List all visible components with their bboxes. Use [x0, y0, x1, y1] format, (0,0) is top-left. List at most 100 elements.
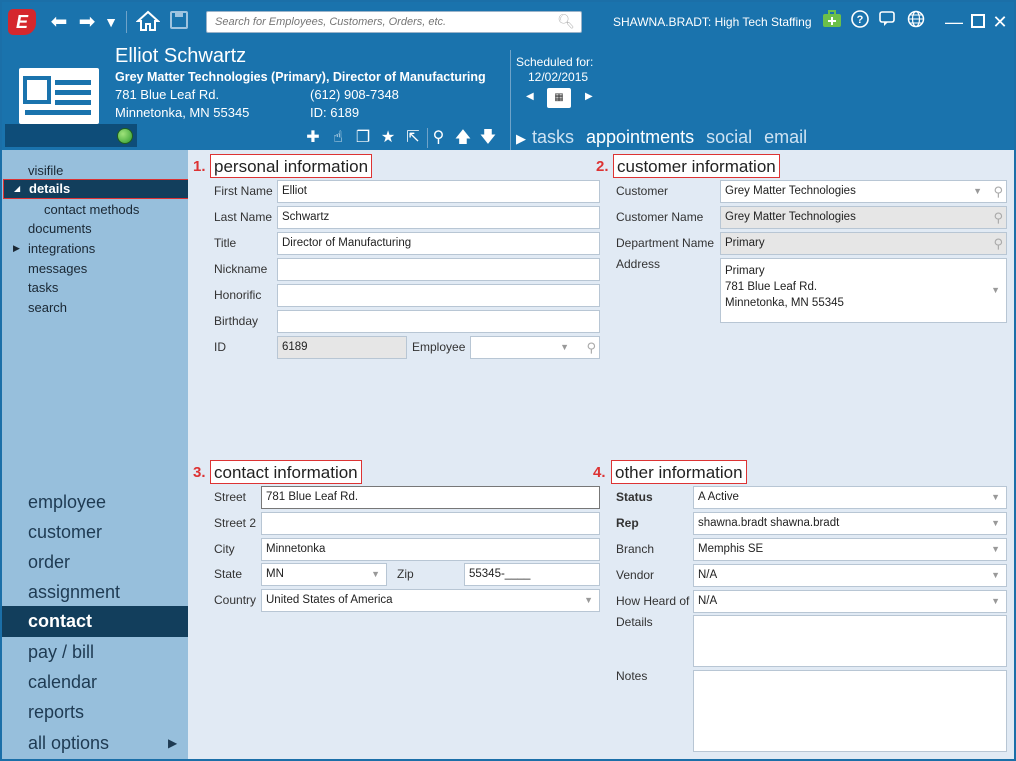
chevron-down-icon[interactable]: ▼ [991, 513, 1000, 534]
honorific-field[interactable] [277, 284, 600, 307]
chevron-down-icon[interactable]: ▼ [973, 181, 982, 202]
nav-calendar[interactable]: calendar [2, 667, 203, 697]
collapsed-caret-icon[interactable]: ▶ [13, 243, 20, 254]
lookup-icon[interactable]: ⚲ [586, 337, 596, 358]
star-icon[interactable]: ★ [377, 128, 399, 148]
rep-select[interactable]: shawna.bradt shawna.bradt ▼ [693, 512, 1007, 535]
tab-social[interactable]: social [706, 127, 752, 147]
department-name-field[interactable]: Primary ⚲ [720, 232, 1007, 255]
tab-email[interactable]: email [764, 127, 807, 147]
chevron-down-icon[interactable]: ▼ [991, 282, 1000, 298]
nav-order[interactable]: order [2, 547, 203, 577]
birthday-field[interactable] [277, 310, 600, 333]
search-record-icon[interactable]: ⚲ [427, 128, 449, 148]
nav-all-options[interactable]: all options ▶ [2, 728, 203, 758]
chevron-down-icon[interactable]: ▼ [584, 590, 593, 611]
globe-icon[interactable] [905, 10, 927, 34]
sidebar-item-tasks[interactable]: tasks [28, 280, 58, 295]
toolbar-divider [126, 11, 127, 33]
help-icon[interactable]: ? [849, 10, 871, 34]
chevron-down-icon[interactable]: ▼ [991, 565, 1000, 586]
nav-contact[interactable]: contact [2, 606, 203, 637]
city-field[interactable]: Minnetonka [261, 538, 600, 561]
sidebar-item-search[interactable]: search [28, 300, 67, 315]
tab-tasks[interactable]: tasks [532, 127, 574, 147]
tab-appointments[interactable]: appointments [586, 127, 694, 147]
chevron-down-icon[interactable]: ▼ [991, 539, 1000, 560]
home-icon[interactable] [135, 10, 161, 38]
forward-arrow-icon[interactable]: ➡ [76, 10, 98, 34]
sidebar-item-documents[interactable]: documents [28, 221, 92, 236]
add-record-icon[interactable] [821, 10, 843, 34]
zip-field[interactable]: 55345-____ [464, 563, 600, 586]
search-input[interactable] [207, 12, 547, 32]
lookup-icon[interactable]: ⚲ [993, 207, 1003, 228]
section-number: 4. [593, 464, 606, 481]
global-search[interactable]: 🔍︎ [206, 11, 582, 33]
street2-field[interactable] [261, 512, 600, 535]
schedule-prev-icon[interactable]: ◀ [526, 91, 534, 102]
nickname-field[interactable] [277, 258, 600, 281]
notes-label: Notes [616, 669, 648, 683]
sidebar-item-details[interactable]: ◢ details [3, 179, 206, 199]
back-arrow-icon[interactable]: ⬅ [48, 10, 70, 34]
nav-employee[interactable]: employee [2, 487, 203, 517]
branch-label: Branch [616, 542, 655, 556]
country-select[interactable]: United States of America ▼ [261, 589, 600, 612]
first-name-field[interactable]: Elliot [277, 180, 600, 203]
calendar-icon[interactable]: ▦ [547, 88, 571, 108]
title-field[interactable]: Director of Manufacturing [277, 232, 600, 255]
notes-textarea[interactable] [693, 670, 1007, 752]
last-name-field[interactable]: Schwartz [277, 206, 600, 229]
schedule-next-icon[interactable]: ▶ [585, 91, 593, 102]
search-icon[interactable]: 🔍︎ [557, 13, 575, 30]
sidebar-item-visifile[interactable]: visifile [28, 163, 63, 178]
pointer-icon[interactable]: ☝ [327, 128, 349, 148]
history-dropdown-icon[interactable]: ▼ [102, 10, 120, 34]
nav-customer[interactable]: customer [2, 517, 203, 547]
state-select[interactable]: MN ▼ [261, 563, 387, 586]
record-phone[interactable]: (612) 908-7348 [310, 87, 399, 102]
how-heard-select[interactable]: N/A ▼ [693, 590, 1007, 613]
save-icon[interactable] [168, 10, 190, 36]
sidebar-item-contact-methods[interactable]: contact methods [44, 202, 139, 217]
sidebar-item-messages[interactable]: messages [28, 261, 87, 276]
branch-select[interactable]: Memphis SE ▼ [693, 538, 1007, 561]
copy-icon[interactable]: ❐ [352, 128, 374, 148]
chat-icon[interactable] [876, 10, 898, 34]
app-logo[interactable]: E [8, 9, 36, 35]
previous-record-icon[interactable]: 🡅 [452, 128, 474, 148]
sidebar-item-integrations[interactable]: integrations [28, 241, 95, 256]
address-line-2: 781 Blue Leaf Rd. [725, 281, 818, 293]
nav-assignment[interactable]: assignment [2, 577, 203, 607]
status-indicator-icon[interactable] [117, 128, 133, 144]
lookup-icon[interactable]: ⚲ [993, 233, 1003, 254]
minimize-icon[interactable]: — [944, 10, 964, 34]
maximize-icon[interactable] [968, 10, 988, 34]
address-select[interactable]: Primary 781 Blue Leaf Rd. Minnetonka, MN… [720, 258, 1007, 323]
status-select[interactable]: A Active ▼ [693, 486, 1007, 509]
customer-select[interactable]: Grey Matter Technologies ▼ ⚲ [720, 180, 1007, 203]
app-window: E ⬅ ➡ ▼ 🔍︎ SHAWNA.BRADT: High Tech Staff… [0, 0, 1016, 761]
nav-reports[interactable]: reports [2, 697, 203, 727]
tabs-play-icon[interactable]: ▶ [516, 131, 526, 146]
lookup-icon[interactable]: ⚲ [993, 181, 1003, 202]
vendor-select[interactable]: N/A ▼ [693, 564, 1007, 587]
open-external-icon[interactable]: ⇱ [402, 128, 424, 148]
add-icon[interactable]: ✚ [302, 128, 324, 148]
chevron-down-icon[interactable]: ▼ [371, 564, 380, 585]
chevron-down-icon[interactable]: ▼ [991, 591, 1000, 612]
customer-name-field[interactable]: Grey Matter Technologies ⚲ [720, 206, 1007, 229]
next-record-icon[interactable]: 🡇 [477, 128, 499, 148]
section-number: 1. [193, 158, 206, 175]
employee-select[interactable]: ▼ ⚲ [470, 336, 600, 359]
street-field[interactable]: 781 Blue Leaf Rd. [261, 486, 600, 509]
chevron-down-icon[interactable]: ▼ [560, 337, 569, 358]
nav-pay-bill[interactable]: pay / bill [2, 637, 203, 667]
honorific-label: Honorific [214, 288, 262, 302]
country-value: United States of America [266, 594, 393, 606]
details-textarea[interactable] [693, 615, 1007, 667]
chevron-down-icon[interactable]: ▼ [991, 487, 1000, 508]
close-icon[interactable]: ✕ [990, 10, 1010, 34]
section-title-other: other information [611, 460, 747, 484]
